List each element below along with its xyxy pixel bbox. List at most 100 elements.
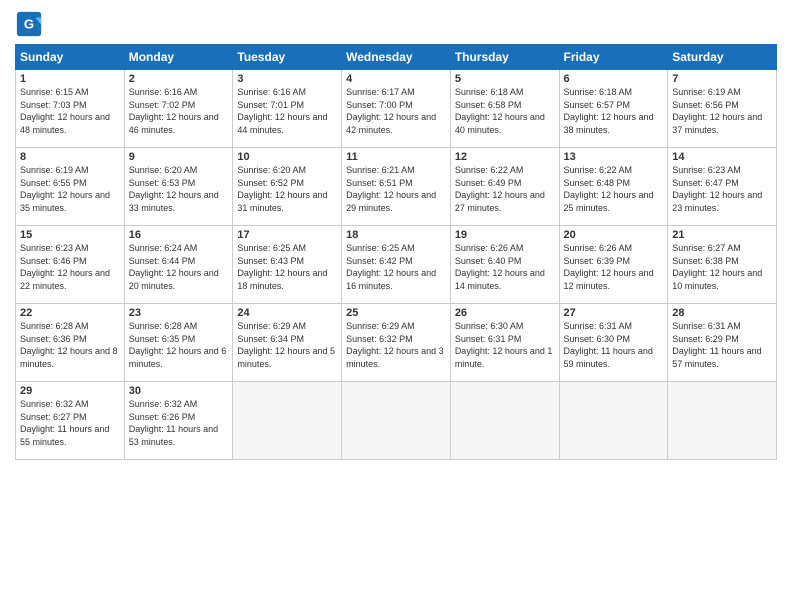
calendar-cell: 6 Sunrise: 6:18 AMSunset: 6:57 PMDayligh… (559, 70, 668, 148)
calendar-cell: 8 Sunrise: 6:19 AMSunset: 6:55 PMDayligh… (16, 148, 125, 226)
day-info: Sunrise: 6:32 AMSunset: 6:26 PMDaylight:… (129, 399, 218, 447)
day-info: Sunrise: 6:31 AMSunset: 6:29 PMDaylight:… (672, 321, 761, 369)
day-info: Sunrise: 6:28 AMSunset: 6:35 PMDaylight:… (129, 321, 227, 369)
calendar-cell: 30 Sunrise: 6:32 AMSunset: 6:26 PMDaylig… (124, 382, 233, 460)
calendar-cell: 27 Sunrise: 6:31 AMSunset: 6:30 PMDaylig… (559, 304, 668, 382)
calendar-cell: 28 Sunrise: 6:31 AMSunset: 6:29 PMDaylig… (668, 304, 777, 382)
day-info: Sunrise: 6:28 AMSunset: 6:36 PMDaylight:… (20, 321, 118, 369)
calendar-cell: 18 Sunrise: 6:25 AMSunset: 6:42 PMDaylig… (342, 226, 451, 304)
calendar-cell: 23 Sunrise: 6:28 AMSunset: 6:35 PMDaylig… (124, 304, 233, 382)
calendar-body: 1 Sunrise: 6:15 AMSunset: 7:03 PMDayligh… (16, 70, 777, 460)
page-container: G SundayMondayTuesdayWednesdayThursdayFr… (0, 0, 792, 470)
day-number: 20 (564, 229, 664, 241)
calendar-cell: 16 Sunrise: 6:24 AMSunset: 6:44 PMDaylig… (124, 226, 233, 304)
calendar-cell: 1 Sunrise: 6:15 AMSunset: 7:03 PMDayligh… (16, 70, 125, 148)
day-number: 21 (672, 229, 772, 241)
calendar-header-row: SundayMondayTuesdayWednesdayThursdayFrid… (16, 45, 777, 70)
calendar-cell: 11 Sunrise: 6:21 AMSunset: 6:51 PMDaylig… (342, 148, 451, 226)
day-number: 5 (455, 73, 555, 85)
calendar-week-3: 15 Sunrise: 6:23 AMSunset: 6:46 PMDaylig… (16, 226, 777, 304)
calendar-cell: 14 Sunrise: 6:23 AMSunset: 6:47 PMDaylig… (668, 148, 777, 226)
calendar-cell: 19 Sunrise: 6:26 AMSunset: 6:40 PMDaylig… (450, 226, 559, 304)
calendar-cell: 21 Sunrise: 6:27 AMSunset: 6:38 PMDaylig… (668, 226, 777, 304)
calendar-cell: 22 Sunrise: 6:28 AMSunset: 6:36 PMDaylig… (16, 304, 125, 382)
day-number: 16 (129, 229, 229, 241)
day-number: 3 (237, 73, 337, 85)
day-number: 24 (237, 307, 337, 319)
calendar-week-1: 1 Sunrise: 6:15 AMSunset: 7:03 PMDayligh… (16, 70, 777, 148)
calendar-cell: 5 Sunrise: 6:18 AMSunset: 6:58 PMDayligh… (450, 70, 559, 148)
calendar-table: SundayMondayTuesdayWednesdayThursdayFrid… (15, 44, 777, 460)
calendar-cell: 4 Sunrise: 6:17 AMSunset: 7:00 PMDayligh… (342, 70, 451, 148)
calendar-cell: 20 Sunrise: 6:26 AMSunset: 6:39 PMDaylig… (559, 226, 668, 304)
day-info: Sunrise: 6:29 AMSunset: 6:34 PMDaylight:… (237, 321, 335, 369)
calendar-cell: 10 Sunrise: 6:20 AMSunset: 6:52 PMDaylig… (233, 148, 342, 226)
day-number: 10 (237, 151, 337, 163)
day-number: 22 (20, 307, 120, 319)
logo-icon: G (15, 10, 43, 38)
day-info: Sunrise: 6:16 AMSunset: 7:02 PMDaylight:… (129, 87, 219, 135)
calendar-cell: 25 Sunrise: 6:29 AMSunset: 6:32 PMDaylig… (342, 304, 451, 382)
day-number: 2 (129, 73, 229, 85)
day-number: 11 (346, 151, 446, 163)
weekday-header-tuesday: Tuesday (233, 45, 342, 70)
day-number: 17 (237, 229, 337, 241)
day-info: Sunrise: 6:20 AMSunset: 6:53 PMDaylight:… (129, 165, 219, 213)
calendar-cell (450, 382, 559, 460)
calendar-cell (559, 382, 668, 460)
day-number: 7 (672, 73, 772, 85)
weekday-header-wednesday: Wednesday (342, 45, 451, 70)
day-number: 23 (129, 307, 229, 319)
weekday-header-friday: Friday (559, 45, 668, 70)
weekday-header-saturday: Saturday (668, 45, 777, 70)
day-info: Sunrise: 6:27 AMSunset: 6:38 PMDaylight:… (672, 243, 762, 291)
day-info: Sunrise: 6:21 AMSunset: 6:51 PMDaylight:… (346, 165, 436, 213)
weekday-header-sunday: Sunday (16, 45, 125, 70)
day-info: Sunrise: 6:22 AMSunset: 6:49 PMDaylight:… (455, 165, 545, 213)
day-info: Sunrise: 6:20 AMSunset: 6:52 PMDaylight:… (237, 165, 327, 213)
day-number: 9 (129, 151, 229, 163)
day-info: Sunrise: 6:24 AMSunset: 6:44 PMDaylight:… (129, 243, 219, 291)
calendar-cell: 12 Sunrise: 6:22 AMSunset: 6:49 PMDaylig… (450, 148, 559, 226)
day-info: Sunrise: 6:31 AMSunset: 6:30 PMDaylight:… (564, 321, 653, 369)
day-info: Sunrise: 6:32 AMSunset: 6:27 PMDaylight:… (20, 399, 109, 447)
calendar-week-4: 22 Sunrise: 6:28 AMSunset: 6:36 PMDaylig… (16, 304, 777, 382)
day-info: Sunrise: 6:26 AMSunset: 6:39 PMDaylight:… (564, 243, 654, 291)
day-info: Sunrise: 6:26 AMSunset: 6:40 PMDaylight:… (455, 243, 545, 291)
calendar-cell (342, 382, 451, 460)
day-number: 12 (455, 151, 555, 163)
day-info: Sunrise: 6:15 AMSunset: 7:03 PMDaylight:… (20, 87, 110, 135)
day-number: 18 (346, 229, 446, 241)
day-number: 15 (20, 229, 120, 241)
header: G (15, 10, 777, 38)
calendar-cell (668, 382, 777, 460)
svg-text:G: G (24, 17, 34, 32)
day-info: Sunrise: 6:16 AMSunset: 7:01 PMDaylight:… (237, 87, 327, 135)
day-info: Sunrise: 6:30 AMSunset: 6:31 PMDaylight:… (455, 321, 553, 369)
calendar-cell: 3 Sunrise: 6:16 AMSunset: 7:01 PMDayligh… (233, 70, 342, 148)
day-number: 14 (672, 151, 772, 163)
day-info: Sunrise: 6:22 AMSunset: 6:48 PMDaylight:… (564, 165, 654, 213)
calendar-cell: 13 Sunrise: 6:22 AMSunset: 6:48 PMDaylig… (559, 148, 668, 226)
day-number: 8 (20, 151, 120, 163)
calendar-cell: 29 Sunrise: 6:32 AMSunset: 6:27 PMDaylig… (16, 382, 125, 460)
day-number: 13 (564, 151, 664, 163)
day-info: Sunrise: 6:23 AMSunset: 6:47 PMDaylight:… (672, 165, 762, 213)
calendar-cell: 15 Sunrise: 6:23 AMSunset: 6:46 PMDaylig… (16, 226, 125, 304)
calendar-cell: 7 Sunrise: 6:19 AMSunset: 6:56 PMDayligh… (668, 70, 777, 148)
calendar-week-2: 8 Sunrise: 6:19 AMSunset: 6:55 PMDayligh… (16, 148, 777, 226)
weekday-header-thursday: Thursday (450, 45, 559, 70)
day-number: 6 (564, 73, 664, 85)
calendar-cell: 9 Sunrise: 6:20 AMSunset: 6:53 PMDayligh… (124, 148, 233, 226)
day-info: Sunrise: 6:18 AMSunset: 6:57 PMDaylight:… (564, 87, 654, 135)
day-number: 29 (20, 385, 120, 397)
day-info: Sunrise: 6:19 AMSunset: 6:56 PMDaylight:… (672, 87, 762, 135)
day-number: 19 (455, 229, 555, 241)
day-number: 27 (564, 307, 664, 319)
calendar-cell: 26 Sunrise: 6:30 AMSunset: 6:31 PMDaylig… (450, 304, 559, 382)
day-info: Sunrise: 6:25 AMSunset: 6:42 PMDaylight:… (346, 243, 436, 291)
calendar-cell (233, 382, 342, 460)
day-info: Sunrise: 6:29 AMSunset: 6:32 PMDaylight:… (346, 321, 444, 369)
day-number: 1 (20, 73, 120, 85)
day-number: 25 (346, 307, 446, 319)
